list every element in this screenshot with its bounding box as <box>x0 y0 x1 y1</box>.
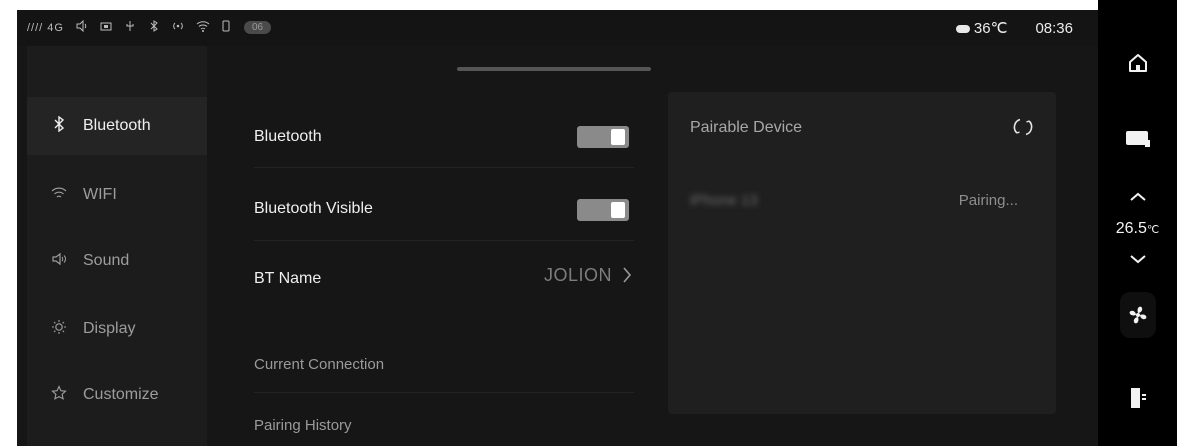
sidebar-item-label: Bluetooth <box>83 117 151 134</box>
settings-sidebar: Bluetooth WIFI Sound Display Customize <box>27 46 207 446</box>
wifi-icon <box>196 20 210 35</box>
cabin-temperature: 26.5℃ <box>1098 220 1177 238</box>
signal-indicator: //// 4G <box>27 21 64 34</box>
divider <box>254 392 634 393</box>
toggle-knob <box>611 129 625 145</box>
divider <box>254 240 634 241</box>
refresh-icon[interactable] <box>1012 116 1034 143</box>
current-connection-label: Current Connection <box>254 356 385 373</box>
sidebar-item-label: WIFI <box>83 186 117 203</box>
sidebar-item-display[interactable]: Display <box>27 300 207 358</box>
star-icon <box>49 384 69 406</box>
fan-button[interactable] <box>1120 292 1156 338</box>
cast-icon <box>100 20 112 35</box>
pairable-device-panel: Pairable Device iPhone 13 Pairing... <box>668 92 1056 414</box>
status-icons: //// 4G 06 <box>27 19 272 35</box>
weather: 36℃ <box>955 19 1008 37</box>
temperature-unit: ℃ <box>1146 224 1160 236</box>
sidebar-item-customize[interactable]: Customize <box>27 366 207 424</box>
notification-badge: 06 <box>243 21 272 34</box>
drag-handle[interactable] <box>457 67 651 71</box>
bt-name-value[interactable]: JOLION <box>544 265 632 286</box>
usb-icon <box>124 20 136 35</box>
clock: 08:36 <box>1035 19 1073 37</box>
status-bar: //// 4G 06 36℃ 08:36 <box>17 10 1098 46</box>
chevron-up-icon[interactable] <box>1098 192 1177 202</box>
sidebar-item-bluetooth[interactable]: Bluetooth <box>27 97 207 155</box>
bluetooth-visible-toggle[interactable] <box>577 199 629 221</box>
screen: //// 4G 06 36℃ 08:36 Bluetooth WIFI Soun… <box>0 0 1177 446</box>
chevron-down-icon[interactable] <box>1098 254 1177 264</box>
bluetooth-visible-label: Bluetooth Visible <box>254 200 373 217</box>
home-icon[interactable] <box>1098 52 1177 74</box>
status-right: 36℃ 08:36 <box>955 19 1073 37</box>
screen-icon[interactable] <box>1098 130 1177 148</box>
brightness-icon <box>49 319 69 340</box>
sidebar-item-label: Sound <box>83 252 130 269</box>
bluetooth-icon <box>49 115 69 137</box>
weather-temperature: 36℃ <box>973 20 1008 37</box>
pairing-history-label: Pairing History <box>254 417 352 434</box>
bluetooth-icon <box>148 20 160 35</box>
volume-icon <box>76 19 88 35</box>
phone-icon <box>220 20 232 35</box>
chevron-right-icon <box>622 266 632 286</box>
sidebar-item-sound[interactable]: Sound <box>27 232 207 290</box>
bt-name-label: BT Name <box>254 270 322 287</box>
device-name[interactable]: iPhone 13 <box>690 192 758 209</box>
bluetooth-label: Bluetooth <box>254 128 322 145</box>
cloud-sun-icon <box>955 25 970 33</box>
toggle-knob <box>611 202 625 218</box>
speaker-icon <box>49 252 69 271</box>
pairable-device-title: Pairable Device <box>690 119 803 136</box>
device-status: Pairing... <box>958 192 1018 209</box>
temperature-value: 26.5 <box>1115 220 1147 237</box>
bluetooth-toggle[interactable] <box>577 126 629 148</box>
right-control-rail: 26.5℃ <box>1098 0 1177 446</box>
sidebar-item-label: Customize <box>83 386 159 403</box>
sidebar-item-wifi[interactable]: WIFI <box>27 166 207 224</box>
settings-window: //// 4G 06 36℃ 08:36 Bluetooth WIFI Soun… <box>17 10 1098 446</box>
sidebar-item-label: Display <box>83 320 136 337</box>
phone-door-icon[interactable] <box>1098 386 1177 410</box>
fan-icon <box>1127 304 1149 331</box>
divider <box>254 167 634 168</box>
wifi-icon <box>49 186 69 205</box>
bt-name-text: JOLION <box>543 265 612 285</box>
bluetooth-settings: Bluetooth Bluetooth Visible BT Name JOLI… <box>234 90 654 446</box>
hotspot-icon <box>172 20 184 35</box>
